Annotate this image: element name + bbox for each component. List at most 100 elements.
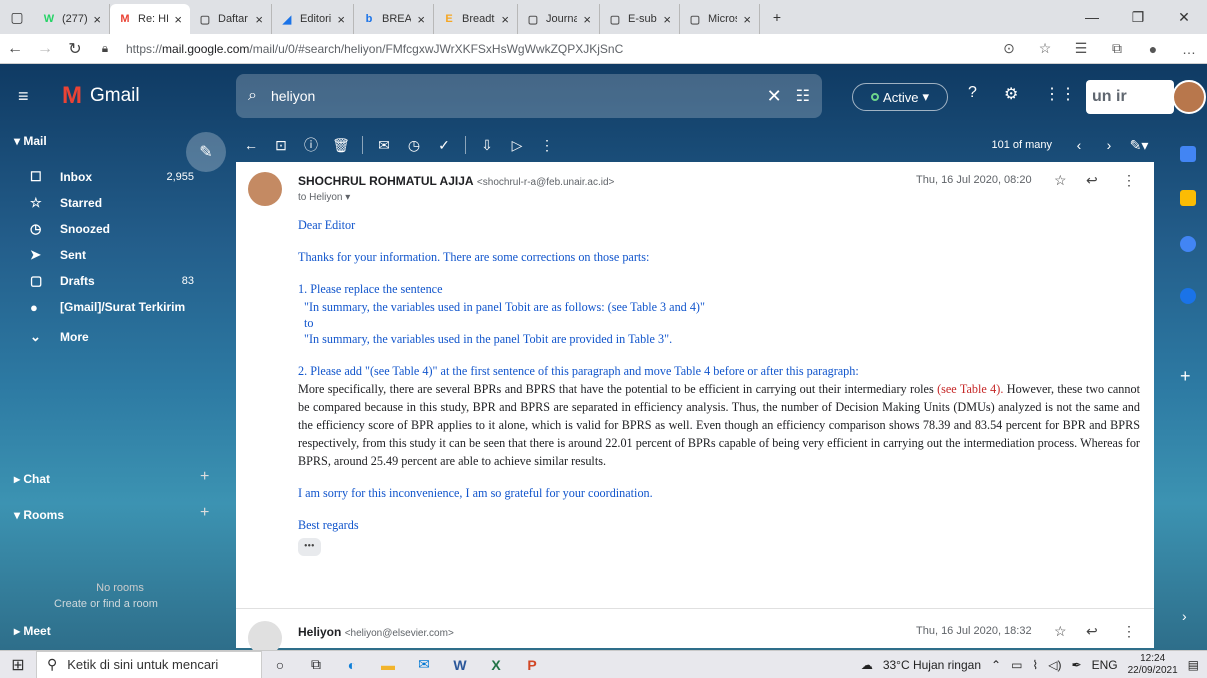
browser-tab[interactable]: M Re: HLY 43 × [110,4,190,34]
show-trimmed-button[interactable]: ••• [298,538,321,556]
tab-actions-icon[interactable]: ▢ [0,0,34,34]
browser-tab[interactable]: ▢ Microsoft × [680,4,760,34]
close-tab-icon[interactable]: × [743,12,751,27]
file-explorer-icon[interactable]: ▬ [370,651,406,678]
account-avatar[interactable] [1172,80,1206,114]
add-room-icon[interactable]: + [200,504,209,522]
forward-arrow-icon[interactable]: → [30,40,60,58]
sidebar-item-gmail-surat-terkirim[interactable]: ● [Gmail]/Surat Terkirim [0,294,236,320]
battery-icon[interactable]: ▭ [1011,658,1022,672]
cortana-icon[interactable]: ○ [262,651,298,678]
star-icon[interactable]: ☆ [1054,623,1067,640]
account-org-badge[interactable]: un ir [1086,80,1174,114]
input-tools-icon[interactable]: ✎▾ [1124,137,1154,154]
sidebar-item-starred[interactable]: ☆ Starred [0,190,236,216]
browser-tab[interactable]: ◢ Editorial M × [272,4,354,34]
search-icon[interactable]: ⌕ [248,87,257,105]
volume-icon[interactable]: ◁) [1048,658,1061,672]
more-vert-icon[interactable]: ⋮ [1122,623,1136,640]
more-vert-icon[interactable]: ⋮ [532,137,562,154]
tasks-icon[interactable] [1180,236,1196,252]
add-addon-icon[interactable]: + [1180,366,1191,387]
browser-tab[interactable]: ▢ Daftar × [190,4,272,34]
snooze-icon[interactable]: ◷ [399,137,429,154]
close-tab-icon[interactable]: × [663,12,671,27]
windows-start-icon[interactable]: ⊞ [0,655,36,675]
taskbar-search[interactable]: ⚲ Ketik di sini untuk mencari [36,650,262,678]
recipient-line[interactable]: to Heliyon ▾ [298,192,350,203]
archive-icon[interactable]: ⊡ [266,137,296,154]
gmail-logo[interactable]: M Gmail [62,82,242,110]
language-indicator[interactable]: ENG [1092,658,1118,672]
new-tab-button[interactable]: + [760,0,794,34]
contacts-icon[interactable] [1180,288,1196,304]
back-to-search-icon[interactable]: ← [236,137,266,153]
close-tab-icon[interactable]: × [255,12,263,27]
excel-icon[interactable]: X [478,651,514,678]
sidebar-item-sent[interactable]: ➤ Sent [0,242,236,268]
prev-chevron-icon[interactable]: ‹ [1064,137,1094,153]
close-tab-icon[interactable]: × [583,12,591,27]
main-menu-icon[interactable]: ≡ [18,86,46,107]
search-input[interactable]: heliyon [271,88,753,104]
favorite-star-icon[interactable]: ☆ [1027,40,1063,57]
move-to-icon[interactable]: ⇩ [472,137,502,154]
browser-tab[interactable]: ▢ E-submit × [600,4,680,34]
powerpoint-icon[interactable]: P [514,651,550,678]
rooms-section-header[interactable]: ▾ Rooms [14,508,64,522]
browser-tab[interactable]: b BREADTH × [354,4,434,34]
next-chevron-icon[interactable]: › [1094,137,1124,153]
back-arrow-icon[interactable]: ← [0,40,30,58]
close-tab-icon[interactable]: × [337,12,345,27]
add-chat-icon[interactable]: + [200,468,209,486]
word-icon[interactable]: W [442,651,478,678]
mark-unread-icon[interactable]: ✉ [369,137,399,154]
url-field[interactable]: https://mail.google.com/mail/u/0/#search… [126,42,991,56]
notifications-icon[interactable]: ▤ [1188,658,1199,672]
create-room-link[interactable]: Create or find a room [54,598,158,610]
mail-app-icon[interactable]: ✉ [406,651,442,678]
pen-icon[interactable]: ✒ [1072,658,1082,672]
edge-icon[interactable]: ◐ [334,651,370,678]
sidebar-item-more[interactable]: ⌄ More [0,324,236,350]
collections-icon[interactable]: ⧉ [1099,40,1135,57]
task-view-icon[interactable]: ⧉ [298,651,334,678]
reply-icon[interactable]: ↩ [1086,172,1098,189]
label-icon[interactable]: ▷ [502,137,532,154]
restore-icon[interactable]: ❐ [1115,0,1161,34]
browser-tab[interactable]: ▢ Journal of × [518,4,600,34]
close-tab-icon[interactable]: × [93,12,101,27]
favorites-list-icon[interactable]: ☰ [1063,40,1099,57]
report-spam-icon[interactable]: ⓘ [296,135,326,155]
wifi-icon[interactable]: ⌇ [1032,658,1038,672]
sidebar-item-inbox[interactable]: ☐ Inbox 2,955 [0,164,236,190]
profile-icon[interactable]: ● [1135,41,1171,57]
tray-chevron-icon[interactable]: ⌃ [991,658,1001,672]
reader-icon[interactable]: ⊙ [991,40,1027,57]
calendar-icon[interactable] [1180,146,1196,162]
expand-panel-icon[interactable]: › [1182,608,1187,624]
add-task-icon[interactable]: ✓ [429,137,459,154]
apps-grid-icon[interactable]: ⋮⋮ [1044,84,1076,104]
search-bar[interactable]: ⌕ heliyon ✕ ☷ [236,74,822,118]
weather-text[interactable]: 33°C Hujan ringan [883,658,981,672]
settings-gear-icon[interactable]: ⚙ [1004,84,1018,104]
help-icon[interactable]: ? [968,84,977,102]
close-tab-icon[interactable]: × [174,12,182,27]
more-vert-icon[interactable]: ⋮ [1122,172,1136,189]
status-chip[interactable]: Active ▾ [852,83,948,111]
close-window-icon[interactable]: ✕ [1161,0,1207,34]
reload-icon[interactable]: ↻ [60,39,90,59]
clock[interactable]: 12:24 22/09/2021 [1128,653,1178,677]
browser-tab[interactable]: E Breadth ar × [434,4,518,34]
next-message-row[interactable]: Heliyon <heliyon@elsevier.com> Thu, 16 J… [236,608,1154,655]
delete-icon[interactable]: 🗑︎ [326,137,356,154]
mail-section-header[interactable]: ▾ Mail [14,134,47,148]
keep-icon[interactable] [1180,190,1196,206]
more-icon[interactable]: … [1171,41,1207,57]
minimize-icon[interactable]: — [1069,0,1115,34]
sidebar-item-drafts[interactable]: ▢ Drafts 83 [0,268,236,294]
close-tab-icon[interactable]: × [501,12,509,27]
meet-section-header[interactable]: ▸ Meet [14,624,51,638]
sidebar-item-snoozed[interactable]: ◷ Snoozed [0,216,236,242]
